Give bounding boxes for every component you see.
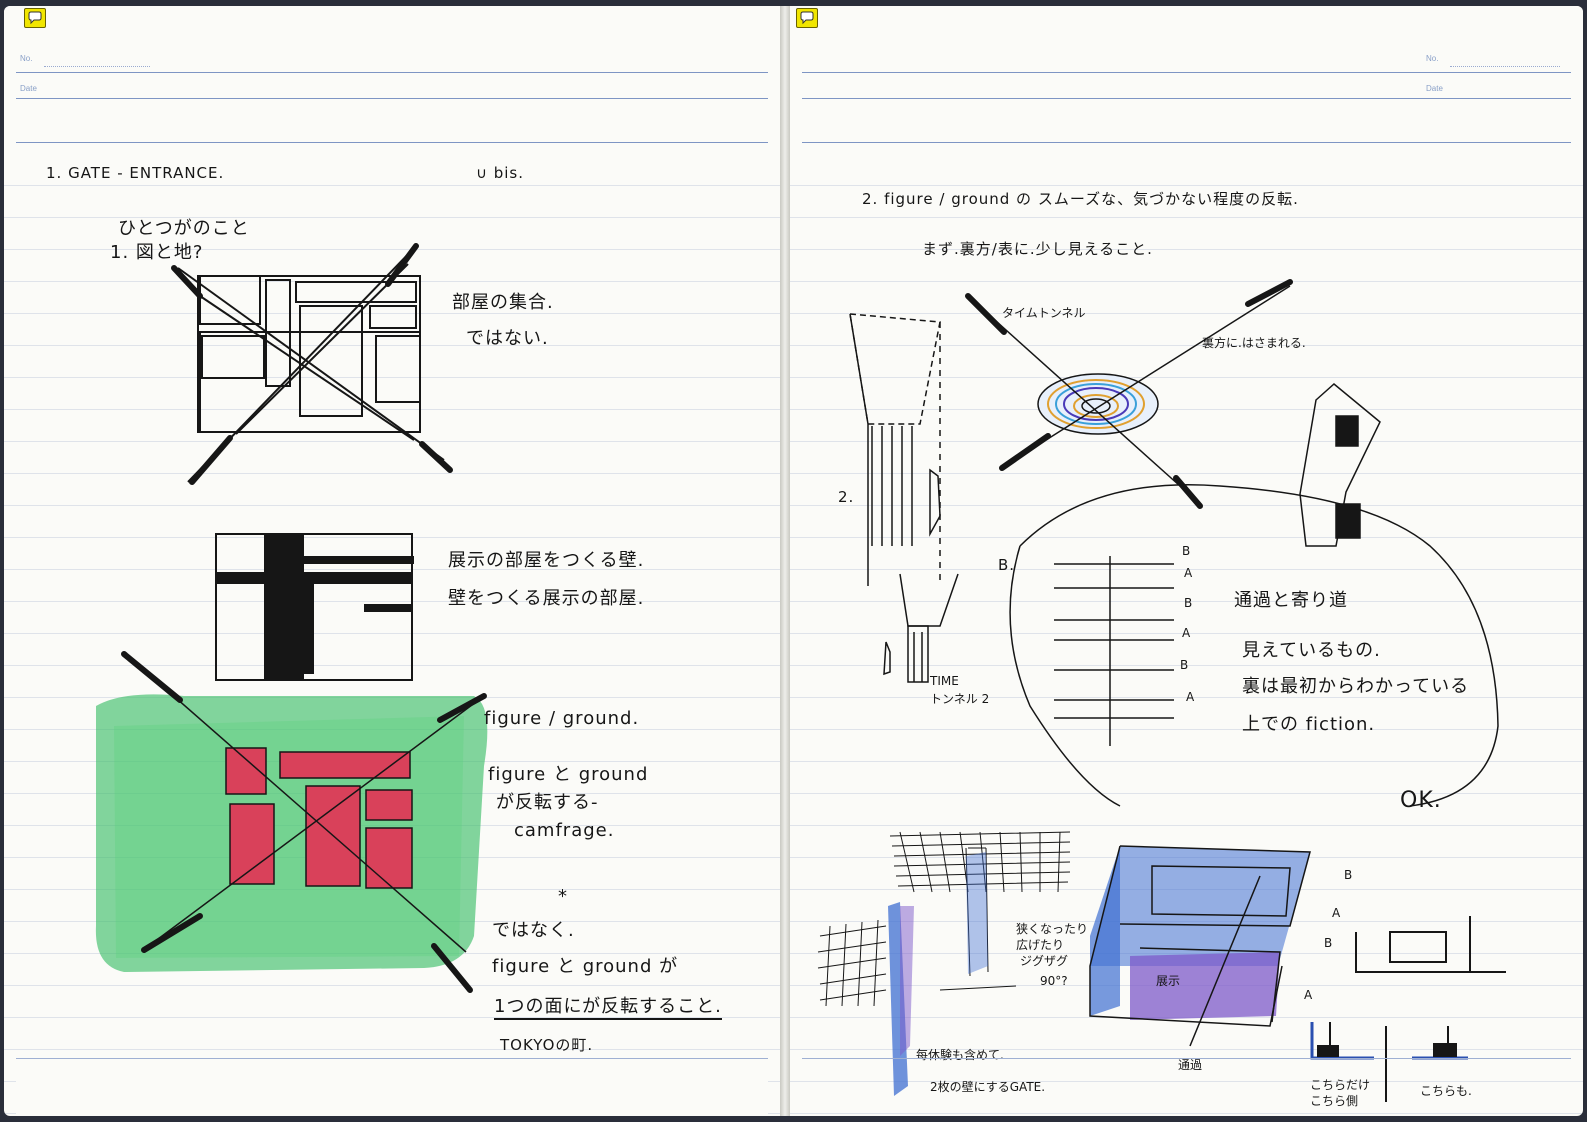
label-this-side: こちら側 xyxy=(1310,1094,1359,1108)
label-also: こちらも. xyxy=(1420,1084,1472,1098)
note-gate: 每休験も含めて. xyxy=(916,1048,1004,1062)
note-rooms: 部屋の集合. xyxy=(452,292,554,313)
time-tunnel-label: タイムトンネル xyxy=(1002,306,1086,320)
note-walls: 展示の部屋をつくる壁. xyxy=(448,550,645,571)
note-figure-ground: camfrage. xyxy=(514,820,615,841)
room-label: A xyxy=(1304,988,1313,1002)
label-tunnel: トンネル 2 xyxy=(930,692,990,706)
label-2: 2. xyxy=(838,488,855,506)
note-narrow: ジグザグ xyxy=(1020,954,1069,968)
note-rooms: ではない. xyxy=(466,328,549,349)
note-gate: 2枚の壁にするGATE. xyxy=(930,1080,1046,1094)
notebook-page-right: No. Date 2. figure / ground の スムーズな、気づかな… xyxy=(790,6,1583,1116)
note-bottom: 1つの面にが反転すること. xyxy=(494,992,722,1020)
note-pass: 見えているもの. xyxy=(1242,640,1381,661)
section-heading: 2. figure / ground の スムーズな、気づかない程度の反転. xyxy=(862,190,1299,208)
section-heading: 1. GATE - ENTRANCE. xyxy=(46,164,225,182)
note-narrow: 広げたり xyxy=(1016,938,1065,952)
note-bottom: TOKYOの町. xyxy=(500,1036,594,1054)
note-figure-ground: figure / ground. xyxy=(484,708,640,729)
notebook-gutter xyxy=(780,6,790,1116)
room-plan-sketch xyxy=(177,245,445,483)
intro-line: 1. 図と地? xyxy=(110,242,204,263)
room-label: B xyxy=(1344,868,1353,882)
isometric-room-sketch xyxy=(1089,845,1311,1047)
note-figure-ground: figure と ground xyxy=(488,764,649,785)
room-label: B xyxy=(1324,936,1333,950)
section-label: A xyxy=(1182,626,1191,640)
notebook-page-left: No. Date 1. GATE - ENTRANCE. ∪ bis. ひとつが… xyxy=(4,6,780,1116)
section-label: B xyxy=(1184,596,1193,610)
intro-line: ひとつがのこと xyxy=(118,218,250,239)
note-walls: 壁をつくる展示の部屋. xyxy=(448,588,645,609)
section-label: B xyxy=(1182,544,1191,558)
room-label: A xyxy=(1332,906,1341,920)
note-inside: 裏方に.はさまれる. xyxy=(1202,336,1306,350)
note-bottom: figure と ground が xyxy=(492,956,679,977)
label-this-only: こちらだけ xyxy=(1310,1078,1371,1092)
label-time: TIME xyxy=(930,674,959,688)
right-sketches xyxy=(817,279,1506,1102)
ok-mark: OK. xyxy=(1400,788,1442,813)
wall-plan-sketch xyxy=(215,533,414,681)
figure-ground-sketch xyxy=(95,651,488,993)
gate-wall-sketch xyxy=(817,831,1071,1007)
asterisk: * xyxy=(558,886,568,907)
section-diagram xyxy=(1310,916,1506,1102)
note-pass: 上での fiction. xyxy=(1242,714,1376,735)
section-label: A xyxy=(1184,566,1193,580)
section-label: A xyxy=(1186,690,1195,704)
angled-wall-sketch xyxy=(1299,383,1381,547)
label-room: 展示 xyxy=(1156,974,1181,988)
note-bottom: ではなく. xyxy=(492,920,575,941)
section-subheading: まず.裏方/表に.少し見えること. xyxy=(922,240,1153,258)
page-footer xyxy=(802,1058,1571,1060)
note-narrow: 狭くなったり xyxy=(1016,922,1089,936)
note-figure-ground: が反転する- xyxy=(496,792,599,813)
note-angle: 90°? xyxy=(1040,974,1068,988)
page-footer xyxy=(16,1058,768,1116)
section-label: B xyxy=(1180,658,1189,672)
note-pass: 裏は最初からわかっている xyxy=(1242,676,1470,697)
corridor-sketch xyxy=(849,313,959,683)
label-b: B. xyxy=(998,556,1016,574)
note-pass-title: 通過と寄り道 xyxy=(1234,590,1348,611)
heading-note: ∪ bis. xyxy=(476,164,525,182)
